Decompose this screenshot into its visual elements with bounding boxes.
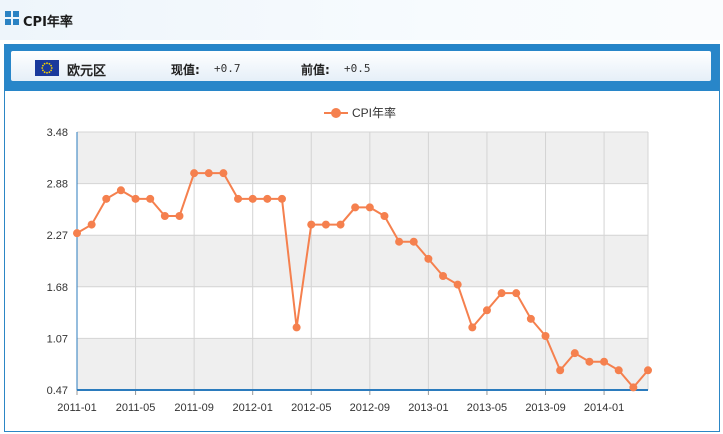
grid-band bbox=[77, 338, 648, 390]
data-point bbox=[321, 220, 330, 229]
data-point bbox=[526, 314, 535, 323]
data-point bbox=[585, 357, 594, 366]
x-tick-label: 2012-09 bbox=[350, 402, 390, 414]
data-point bbox=[570, 349, 579, 358]
data-point bbox=[424, 254, 433, 263]
data-point bbox=[160, 212, 169, 220]
data-point bbox=[248, 194, 257, 203]
x-tick-label: 2013-01 bbox=[408, 402, 448, 414]
data-point bbox=[219, 169, 228, 178]
data-point bbox=[453, 280, 462, 289]
data-point bbox=[204, 169, 213, 178]
x-tick-label: 2014-01 bbox=[584, 402, 624, 414]
x-tick-label: 2012-05 bbox=[291, 402, 331, 414]
y-tick-label: 1.68 bbox=[47, 282, 68, 294]
grid-band bbox=[77, 132, 648, 184]
data-point bbox=[380, 212, 389, 220]
data-point bbox=[512, 289, 521, 298]
data-point bbox=[263, 194, 272, 203]
data-point bbox=[146, 194, 155, 203]
data-point bbox=[307, 220, 316, 229]
data-point bbox=[629, 383, 638, 392]
data-point bbox=[190, 169, 199, 178]
y-tick-label: 3.48 bbox=[47, 127, 68, 139]
data-point bbox=[468, 323, 477, 332]
grid-band bbox=[77, 235, 648, 287]
data-point bbox=[277, 194, 286, 203]
legend-marker bbox=[331, 108, 341, 118]
x-tick-label: 2011-05 bbox=[116, 402, 156, 414]
data-point bbox=[600, 357, 609, 366]
data-point bbox=[439, 272, 448, 280]
data-point bbox=[116, 186, 125, 195]
y-tick-label: 2.27 bbox=[47, 230, 68, 242]
y-tick-label: 0.47 bbox=[47, 385, 68, 397]
data-point bbox=[395, 237, 404, 246]
data-point bbox=[175, 212, 184, 220]
data-point bbox=[131, 194, 140, 203]
data-point bbox=[87, 220, 96, 229]
x-tick-label: 2011-01 bbox=[57, 402, 97, 414]
data-point bbox=[614, 366, 623, 375]
data-point bbox=[73, 229, 81, 238]
legend-label: CPI年率 bbox=[352, 105, 396, 120]
y-tick-label: 1.07 bbox=[47, 333, 68, 345]
cpi-line-chart: 3.48 2.88 2.27 1.68 1.07 0.47 2011-01 2011-05 2… bbox=[47, 105, 652, 414]
data-point bbox=[541, 332, 550, 340]
x-tick-label: 2012-01 bbox=[233, 402, 273, 414]
data-point bbox=[556, 366, 565, 375]
x-tick-label: 2013-05 bbox=[467, 402, 507, 414]
data-point bbox=[351, 203, 360, 212]
data-point bbox=[365, 203, 374, 212]
data-point bbox=[497, 289, 506, 298]
data-point bbox=[292, 323, 301, 332]
data-point bbox=[234, 194, 243, 203]
data-point bbox=[482, 306, 491, 315]
data-point bbox=[409, 237, 418, 246]
data-point bbox=[102, 194, 111, 203]
data-point bbox=[644, 366, 652, 375]
data-point bbox=[336, 220, 345, 229]
y-tick-label: 2.88 bbox=[47, 179, 68, 191]
x-tick-label: 2013-09 bbox=[525, 402, 565, 414]
x-tick-label: 2011-09 bbox=[174, 402, 214, 414]
